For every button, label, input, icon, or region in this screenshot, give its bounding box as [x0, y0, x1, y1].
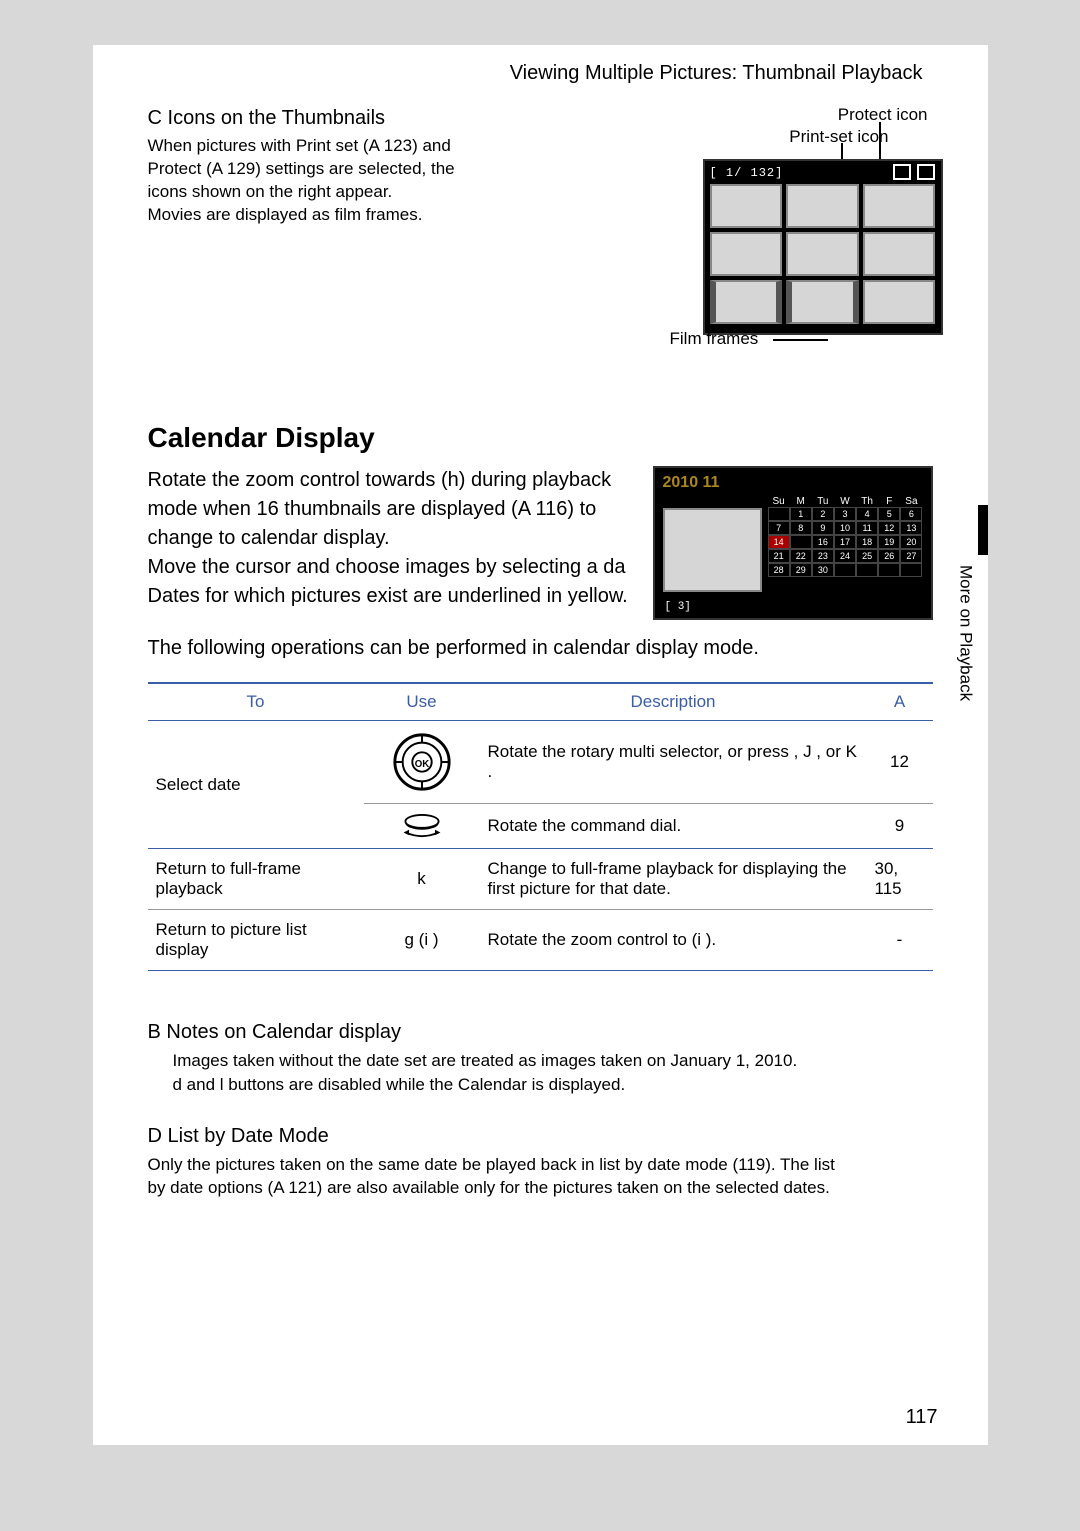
side-tab-marker — [978, 505, 988, 555]
calendar-display-heading: Calendar Display — [148, 422, 933, 454]
table-row: Select date OK Rotate the rotary multi s… — [148, 721, 933, 804]
section-c-title: Icons on the Thumbnails — [168, 107, 386, 129]
cell-desc: Rotate the command dial. — [480, 804, 867, 849]
calendar-preview-thumb — [663, 508, 762, 592]
note-line: Images taken without the date set are tr… — [173, 1051, 798, 1070]
thumbnail-cell — [710, 232, 783, 276]
thumbnail-grid — [710, 184, 936, 324]
lcd-calendar-screen: 2010 11 SuMTuWThFSa 123456 78910111213 1… — [653, 466, 933, 620]
note-b-title: Notes on Calendar display — [166, 1021, 401, 1043]
cell-desc: Change to full-frame playback for displa… — [480, 849, 867, 910]
calendar-grid: SuMTuWThFSa 123456 78910111213 141617181… — [768, 496, 923, 592]
cell-ref: - — [867, 910, 933, 971]
thumbnail-film-cell — [710, 280, 783, 324]
note-d-body: Only the pictures taken on the same date… — [148, 1153, 933, 1201]
page-header: Viewing Multiple Pictures: Thumbnail Pla… — [148, 62, 933, 85]
thumbnail-film-cell — [786, 280, 859, 324]
cell-to: Select date — [148, 721, 364, 849]
printset-icon-label: Print-set icon — [789, 127, 888, 147]
cell-use: g (i ) — [364, 910, 480, 971]
thumbnail-cell — [863, 280, 936, 324]
film-frames-label: Film frames — [670, 329, 759, 349]
protect-icon-label: Protect icon — [838, 105, 928, 125]
cell-use: OK — [364, 721, 480, 804]
lcd-thumbnail-screen: [ 1/ 132] — [703, 159, 943, 335]
th-use: Use — [364, 683, 480, 721]
callout-line — [773, 339, 828, 341]
calendar-day-header: SuMTuWThFSa — [768, 496, 923, 507]
rotary-selector-icon: OK — [391, 731, 453, 793]
note-b-body: Images taken without the date set are tr… — [173, 1049, 933, 1097]
cell-ref: 12 — [867, 721, 933, 804]
cell-use — [364, 804, 480, 849]
section-c-heading: C Icons on the Thumbnails — [148, 107, 663, 130]
thumbnail-cell — [863, 232, 936, 276]
command-dial-icon — [399, 814, 445, 838]
note-d-heading: D List by Date Mode — [148, 1125, 933, 1148]
table-header-row: To Use Description A — [148, 683, 933, 721]
calendar-body-text: Rotate the zoom control towards (h) duri… — [148, 466, 643, 611]
side-tab-label: More on Playback — [956, 565, 976, 701]
calendar-count: [ 3] — [665, 601, 691, 613]
page-number: 117 — [906, 1406, 938, 1429]
note-d-title: List by Date Mode — [168, 1125, 329, 1147]
printset-icon — [917, 164, 935, 180]
thumbnail-cell — [786, 184, 859, 228]
section-c-lead: C — [148, 107, 162, 129]
cell-to: Return to picture list display — [148, 910, 364, 971]
th-desc: Description — [480, 683, 867, 721]
cell-use: k — [364, 849, 480, 910]
table-row: Return to picture list display g (i ) Ro… — [148, 910, 933, 971]
body-line: Movies are displayed as film frames. — [148, 205, 423, 224]
body-line: icons shown on the right appear. — [148, 182, 393, 201]
note-b-heading: B Notes on Calendar display — [148, 1021, 933, 1044]
callout-line — [879, 122, 881, 162]
thumbnail-cell — [710, 184, 783, 228]
section-icons-thumbnails: C Icons on the Thumbnails When pictures … — [148, 107, 933, 367]
manual-page: Viewing Multiple Pictures: Thumbnail Pla… — [93, 45, 988, 1445]
calendar-section: Rotate the zoom control towards (h) duri… — [148, 466, 933, 620]
thumbnail-diagram: Protect icon Print-set icon [ 1/ 132] — [663, 107, 943, 367]
cell-to: Return to full-frame playback — [148, 849, 364, 910]
note-d-lead: D — [148, 1125, 162, 1147]
cell-desc: Rotate the zoom control to (i ). — [480, 910, 867, 971]
cell-ref: 30, 115 — [867, 849, 933, 910]
note-b-lead: B — [148, 1021, 161, 1043]
table-row: Return to full-frame playback k Change t… — [148, 849, 933, 910]
cell-desc: Rotate the rotary multi selector, or pre… — [480, 721, 867, 804]
th-to: To — [148, 683, 364, 721]
note-line: Only the pictures taken on the same date… — [148, 1155, 835, 1174]
operations-intro: The following operations can be performe… — [148, 634, 933, 662]
calendar-year-month: 2010 11 — [663, 474, 923, 492]
body-line: When pictures with Print set (A 123) and — [148, 136, 451, 155]
thumbnail-cell — [786, 232, 859, 276]
body-line: Protect (A 129) settings are selected, t… — [148, 159, 455, 178]
section-c-body: When pictures with Print set (A 123) and… — [148, 135, 663, 227]
note-line: by date options (A 121) are also availab… — [148, 1178, 830, 1197]
note-line: d and l buttons are disabled while the C… — [173, 1075, 626, 1094]
thumbnail-cell — [863, 184, 936, 228]
svg-text:OK: OK — [414, 759, 429, 770]
protect-icon — [893, 164, 911, 180]
operations-table: To Use Description A Select date OK R — [148, 682, 933, 971]
th-ref: A — [867, 683, 933, 721]
cell-ref: 9 — [867, 804, 933, 849]
